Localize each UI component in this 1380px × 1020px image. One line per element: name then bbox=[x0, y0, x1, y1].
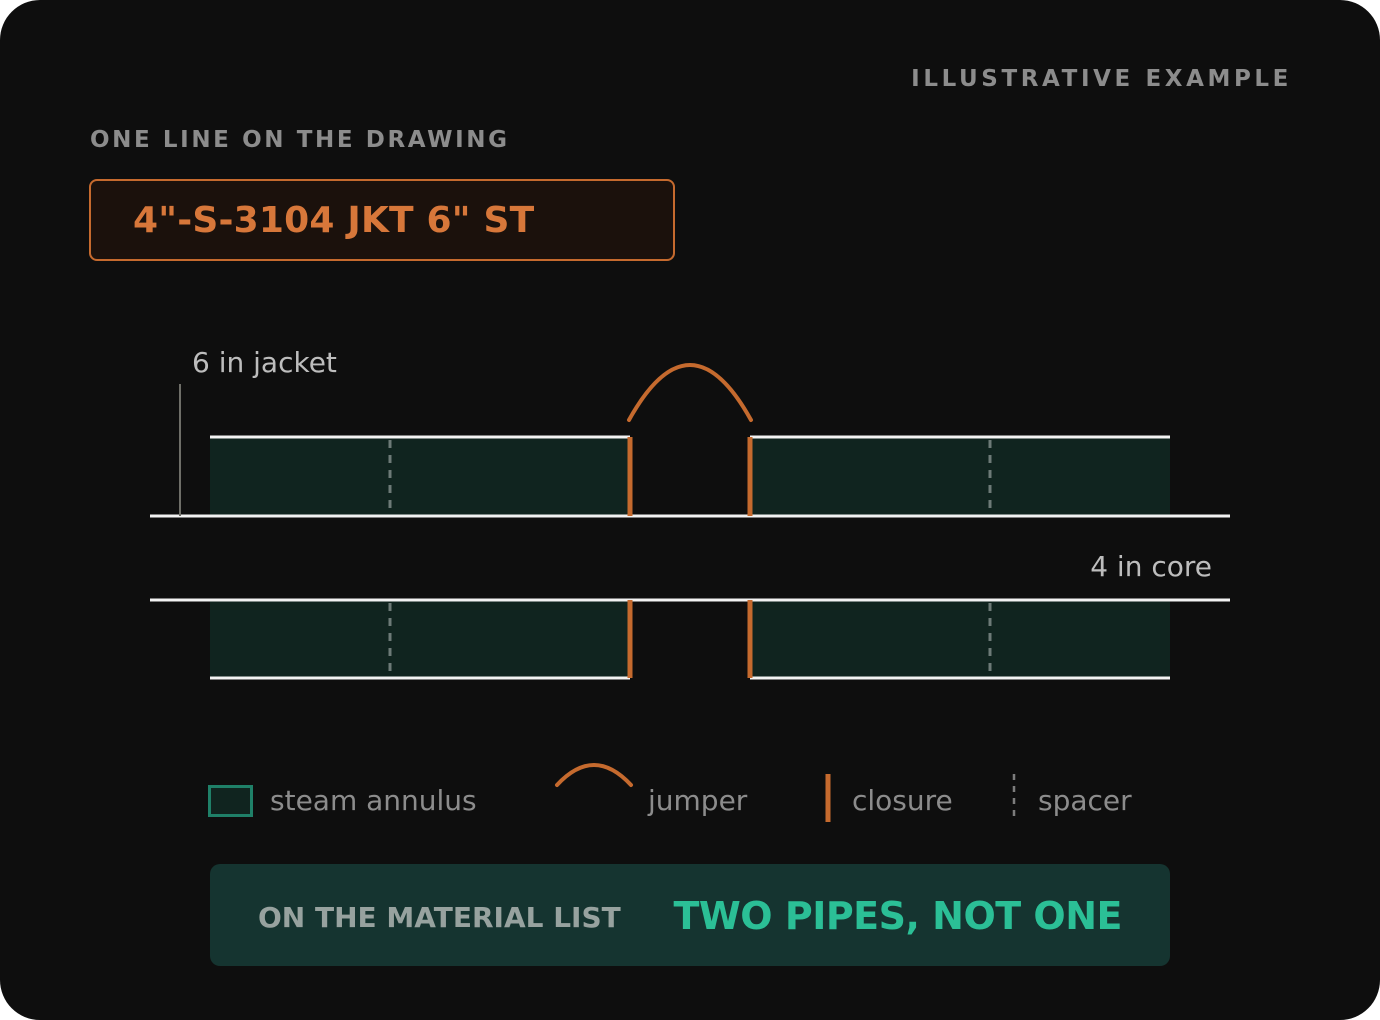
illustration-card: ILLUSTRATIVE EXAMPLE ONE LINE ON THE DRA… bbox=[0, 0, 1380, 1020]
jumper-swatch bbox=[555, 763, 633, 787]
core-label: 4 in core bbox=[1090, 550, 1212, 583]
legend-closure-label: closure bbox=[852, 784, 953, 817]
annulus-swatch bbox=[208, 785, 253, 817]
jacket-label: 6 in jacket bbox=[192, 346, 337, 379]
annulus-lower-right bbox=[750, 600, 1170, 678]
legend-spacer-label: spacer bbox=[1038, 784, 1132, 817]
material-list-value: TWO PIPES, NOT ONE bbox=[673, 894, 1122, 938]
legend-jumper-label: jumper bbox=[648, 784, 748, 817]
annulus-upper-right bbox=[750, 437, 1170, 515]
annulus-upper-left bbox=[210, 437, 630, 515]
material-list-banner: ON THE MATERIAL LIST TWO PIPES, NOT ONE bbox=[210, 864, 1170, 966]
legend-annulus-label: steam annulus bbox=[270, 784, 477, 817]
jumper-arc bbox=[627, 363, 753, 422]
annulus-lower-left bbox=[210, 600, 630, 678]
material-list-label: ON THE MATERIAL LIST bbox=[258, 901, 621, 934]
